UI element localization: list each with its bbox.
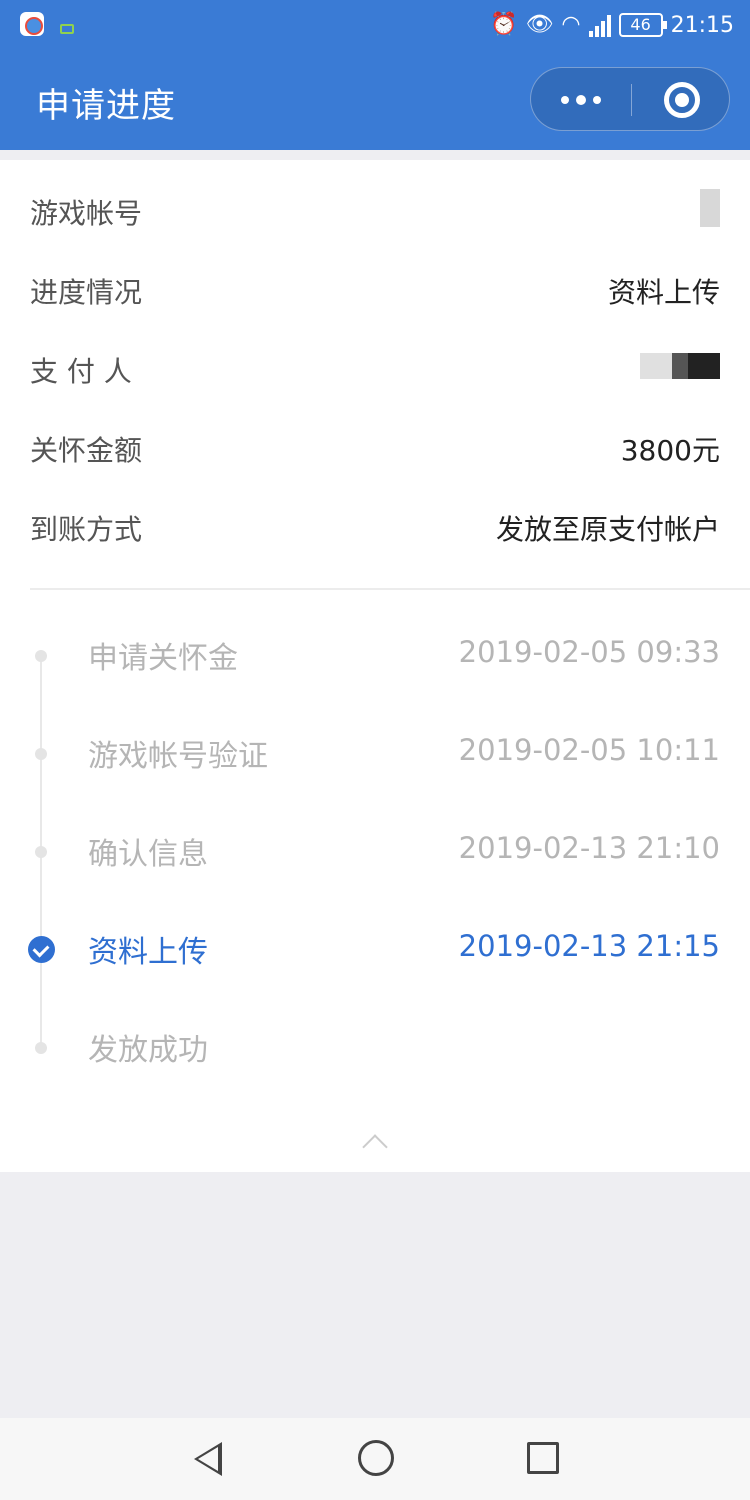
capsule-divider [631, 84, 632, 116]
eye-icon: 👁 [525, 12, 554, 37]
info-row-amount: 关怀金额 3800元 [30, 409, 720, 488]
chevron-up-icon[interactable] [362, 1134, 388, 1160]
info-value: 发放至原支付帐户 [495, 512, 720, 546]
step-dot-icon [35, 650, 47, 662]
more-dot-icon [561, 96, 569, 104]
info-label: 支 付 人 [30, 354, 132, 388]
step-dot-icon [35, 846, 47, 858]
status-icons: ⏰ 👁 ◠ 46 21:15 [490, 8, 734, 42]
step-time: 2019-02-05 10:11 [458, 733, 720, 767]
app-notification-icon [20, 12, 44, 36]
status-bar: ⏰ 👁 ◠ 46 21:15 [0, 0, 750, 50]
signal-icon [588, 13, 611, 37]
status-time: 21:15 [670, 12, 734, 38]
step-time: 2019-02-13 21:10 [458, 831, 720, 865]
info-row-payer: 支 付 人 [30, 330, 720, 409]
info-label: 到账方式 [30, 512, 143, 546]
step-time: 2019-02-05 09:33 [458, 635, 720, 669]
timeline-step-current: 资料上传 2019-02-13 21:15 [0, 919, 750, 979]
info-label: 游戏帐号 [30, 196, 143, 230]
page-title: 申请进度 [36, 86, 176, 126]
title-bar: 申请进度 [0, 50, 750, 150]
back-triangle-icon[interactable] [194, 1442, 222, 1476]
step-name: 确认信息 [88, 837, 208, 872]
info-value-redacted [640, 353, 720, 386]
more-dot-icon [593, 96, 601, 104]
step-dot-icon [35, 748, 47, 760]
divider [30, 588, 750, 590]
redacted-block [700, 189, 720, 227]
info-label: 进度情况 [30, 275, 143, 309]
timeline-step: 发放成功 [0, 1017, 750, 1077]
system-nav-bar [0, 1418, 750, 1500]
home-circle-icon[interactable] [358, 1440, 394, 1476]
close-target-icon[interactable] [664, 82, 700, 118]
info-value: 资料上传 [607, 275, 720, 309]
redacted-block [640, 353, 720, 379]
progress-card: 游戏帐号 进度情况 资料上传 支 付 人 关怀金额 3800元 到账方式 发放至… [0, 160, 750, 1172]
more-button[interactable] [531, 68, 631, 132]
step-dot-icon [35, 1042, 47, 1054]
step-name: 发放成功 [88, 1033, 208, 1068]
info-row-progress: 进度情况 资料上传 [30, 251, 720, 330]
info-value: 3800元 [620, 433, 720, 467]
alarm-icon: ⏰ [490, 12, 518, 37]
step-name: 资料上传 [88, 935, 208, 970]
step-time: 2019-02-13 21:15 [458, 929, 720, 963]
info-row-payout-method: 到账方式 发放至原支付帐户 [30, 488, 720, 567]
battery-icon: 46 [618, 13, 667, 37]
timeline-step: 申请关怀金 2019-02-05 09:33 [0, 625, 750, 685]
timeline-step: 确认信息 2019-02-13 21:10 [0, 821, 750, 881]
timeline-step: 游戏帐号验证 2019-02-05 10:11 [0, 723, 750, 783]
info-row-game-account: 游戏帐号 [30, 172, 720, 251]
info-value-redacted [700, 189, 720, 234]
info-label: 关怀金额 [30, 433, 143, 467]
wifi-icon: ◠ [561, 12, 581, 37]
notification-icon [60, 24, 74, 34]
more-dot-icon [576, 95, 586, 105]
check-circle-icon [28, 936, 55, 963]
step-name: 申请关怀金 [88, 641, 238, 676]
mini-program-capsule [530, 67, 730, 131]
recents-square-icon[interactable] [527, 1442, 559, 1474]
step-name: 游戏帐号验证 [88, 739, 268, 774]
